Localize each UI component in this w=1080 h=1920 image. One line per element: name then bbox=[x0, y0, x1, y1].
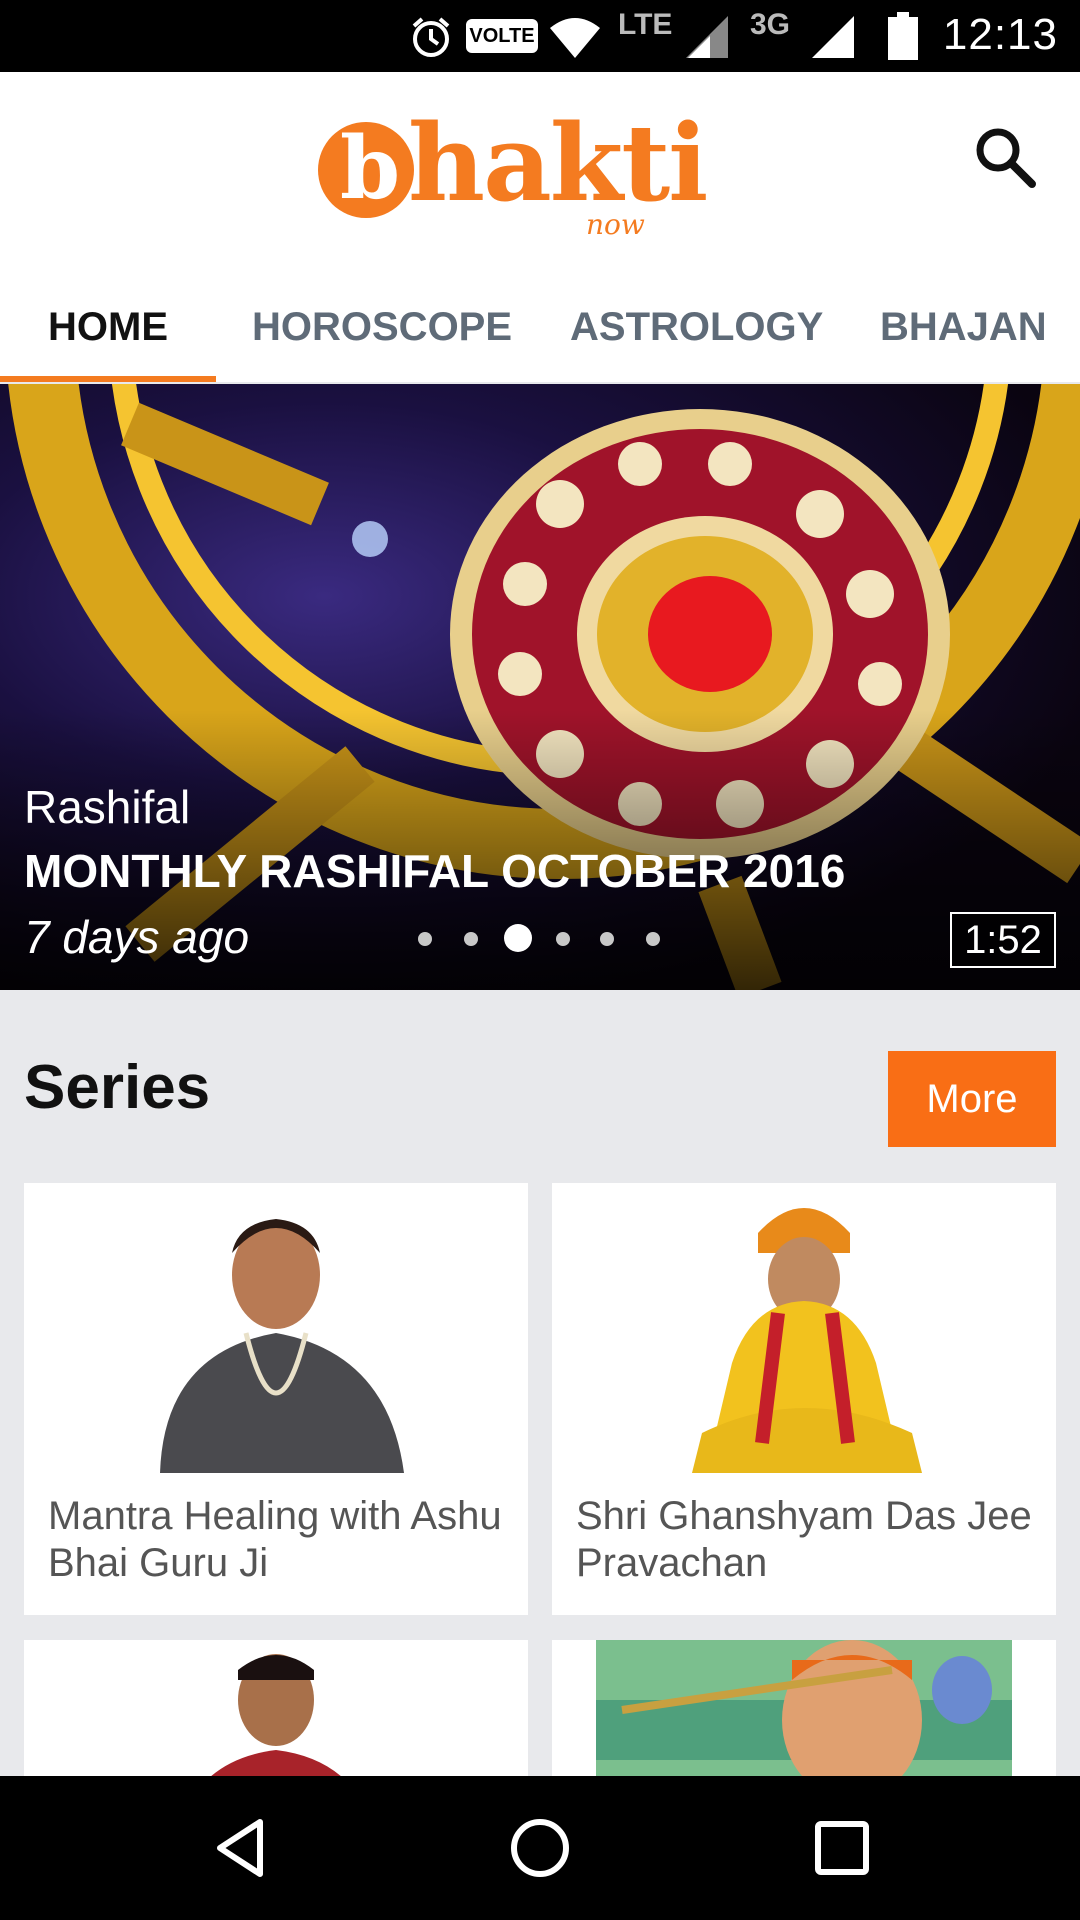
hero-category: Rashifal bbox=[24, 781, 191, 833]
carousel-dot[interactable] bbox=[600, 932, 614, 946]
series-thumbnail bbox=[24, 1183, 528, 1473]
signal-icon bbox=[686, 16, 728, 58]
alarm-icon bbox=[412, 17, 450, 57]
app-logo: b hakti now bbox=[310, 100, 708, 241]
hero-timestamp: 7 days ago bbox=[24, 911, 250, 963]
tab-astrology[interactable]: ASTROLOGY bbox=[570, 272, 823, 382]
tab-horoscope[interactable]: HOROSCOPE bbox=[252, 272, 512, 382]
hero-title[interactable]: MONTHLY RASHIFAL OCTOBER 2016 bbox=[24, 844, 845, 898]
wifi-icon bbox=[550, 18, 600, 58]
series-card[interactable] bbox=[24, 1640, 528, 1776]
app-header: b hakti now HOME HOROSCOPE ASTROLOGY BHA… bbox=[0, 72, 1080, 382]
series-card[interactable]: Shri Ghanshyam Das Jee Pravachan bbox=[552, 1183, 1056, 1615]
tab-bar: HOME HOROSCOPE ASTROLOGY BHAJAN bbox=[0, 272, 1080, 382]
series-card-title: Mantra Healing with Ashu Bhai Guru Ji bbox=[48, 1494, 502, 1585]
carousel-dot[interactable] bbox=[646, 932, 660, 946]
home-icon[interactable] bbox=[508, 1816, 572, 1880]
logo-wordmark: hakti bbox=[408, 100, 708, 225]
battery-icon bbox=[888, 12, 918, 60]
clock: 12:13 bbox=[942, 10, 1058, 59]
featured-carousel[interactable]: Rashifal MONTHLY RASHIFAL OCTOBER 2016 7… bbox=[0, 384, 1080, 990]
system-navigation-bar bbox=[0, 1776, 1080, 1920]
carousel-dot[interactable] bbox=[418, 932, 432, 946]
tab-bhajan[interactable]: BHAJAN bbox=[880, 272, 1047, 382]
series-thumbnail bbox=[552, 1183, 1056, 1473]
network-type-lte: LTE bbox=[618, 8, 673, 41]
series-card[interactable]: Mantra Healing with Ashu Bhai Guru Ji bbox=[24, 1183, 528, 1615]
recents-icon[interactable] bbox=[812, 1818, 872, 1878]
volte-badge: VOLTE bbox=[466, 19, 538, 53]
series-card-title: Shri Ghanshyam Das Jee Pravachan bbox=[576, 1494, 1032, 1585]
logo-subtext: now bbox=[586, 208, 645, 241]
signal-icon bbox=[812, 16, 854, 58]
carousel-dot-active[interactable] bbox=[504, 924, 532, 952]
more-button[interactable]: More bbox=[888, 1051, 1056, 1147]
carousel-dot[interactable] bbox=[556, 932, 570, 946]
series-thumbnail bbox=[552, 1640, 1056, 1776]
series-thumbnail bbox=[24, 1640, 528, 1776]
status-bar: VOLTE LTE 3G 12:13 bbox=[0, 0, 1080, 72]
video-duration: 1:52 bbox=[950, 912, 1056, 968]
back-icon[interactable] bbox=[210, 1816, 270, 1880]
logo-mark: b bbox=[318, 118, 414, 219]
tab-indicator bbox=[0, 376, 216, 382]
tab-home[interactable]: HOME bbox=[48, 272, 168, 382]
carousel-dot[interactable] bbox=[464, 932, 478, 946]
series-heading: Series bbox=[24, 1053, 211, 1122]
series-card[interactable] bbox=[552, 1640, 1056, 1776]
search-icon[interactable] bbox=[970, 122, 1040, 192]
network-type-3g: 3G bbox=[750, 8, 791, 41]
